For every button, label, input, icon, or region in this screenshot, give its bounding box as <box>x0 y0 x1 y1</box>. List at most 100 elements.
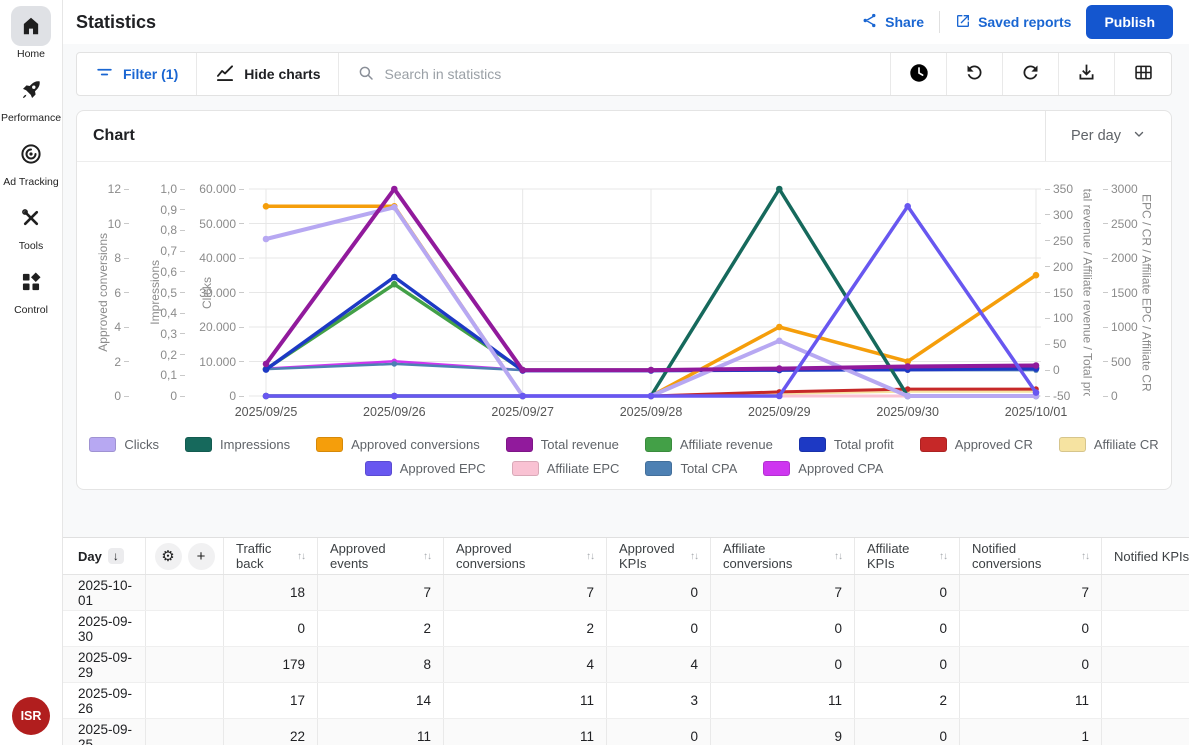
gear-icon[interactable]: ⚙ <box>155 543 182 570</box>
sidebar-item-home[interactable]: Home <box>11 6 51 60</box>
sidebar-item-label: Home <box>17 48 45 60</box>
value-cell: 18 <box>224 575 318 610</box>
value-cell: 0 <box>711 647 855 682</box>
axis-ticks-revenue: 350300250200150100500-50 <box>1045 189 1079 396</box>
legend-item[interactable]: Total CPA <box>645 461 737 476</box>
ad-tracking-icon <box>11 134 51 174</box>
day-cell: 2025-09-25 <box>63 719 146 745</box>
saved-reports-button[interactable]: Saved reports <box>955 13 1071 32</box>
x-axis-labels: 2025/09/252025/09/262025/09/272025/09/28… <box>249 405 1041 421</box>
value-cell <box>1102 611 1189 646</box>
column-header[interactable]: Approved events↑↓ <box>318 538 444 574</box>
table-view-icon <box>1133 62 1154 86</box>
download-button[interactable] <box>1059 53 1115 95</box>
table-row[interactable]: 2025-09-300220000 <box>63 611 1189 647</box>
value-cell: 11 <box>711 683 855 718</box>
axis-title-epc: EPC / CR / Affiliate EPC / Affiliate CR <box>1139 189 1154 396</box>
sort-icon[interactable]: ↑↓ <box>939 551 947 562</box>
table-row[interactable]: 2025-10-0118770707 <box>63 575 1189 611</box>
table-row[interactable]: 2025-09-252211110901 <box>63 719 1189 745</box>
value-cell: 0 <box>855 647 960 682</box>
value-cell: 0 <box>711 611 855 646</box>
column-header[interactable]: Approved conversions↑↓ <box>444 538 607 574</box>
legend-item[interactable]: Approved CPA <box>763 461 883 476</box>
legend-swatch <box>89 437 116 452</box>
sort-desc-icon[interactable]: ↓ <box>108 548 124 564</box>
sort-icon[interactable]: ↑↓ <box>690 551 698 562</box>
sidebar-item-control[interactable]: Control <box>11 262 51 316</box>
plot-area[interactable] <box>249 189 1041 396</box>
header-actions: Share Saved reports Publish <box>861 5 1173 39</box>
value-cell: 8 <box>318 647 444 682</box>
statistics-table: Day↓⚙+Traffic back↑↓Approved events↑↓App… <box>63 537 1189 745</box>
hide-charts-button[interactable]: Hide charts <box>197 53 339 95</box>
sidebar: Home Performance Ad Tracking Tools Contr… <box>0 0 63 745</box>
sidebar-item-tools[interactable]: Tools <box>11 198 51 252</box>
axis-ticks-clicks: 60.00050.00040.00030.00020.00010.0000 <box>201 189 244 396</box>
column-header[interactable]: Affiliate conversions↑↓ <box>711 538 855 574</box>
add-column-icon[interactable]: + <box>188 543 215 570</box>
sidebar-item-performance[interactable]: Performance <box>1 70 61 124</box>
column-header[interactable]: Approved KPIs↑↓ <box>607 538 711 574</box>
history-button[interactable] <box>891 53 947 95</box>
search-icon <box>357 64 375 85</box>
legend-swatch <box>799 437 826 452</box>
day-cell: 2025-09-29 <box>63 647 146 682</box>
legend-item[interactable]: Approved conversions <box>316 437 480 452</box>
legend-item[interactable]: Approved EPC <box>365 461 486 476</box>
user-avatar[interactable]: ISR <box>12 697 50 735</box>
controls-cell <box>146 575 224 610</box>
day-cell: 2025-09-26 <box>63 683 146 718</box>
sidebar-item-ad-tracking[interactable]: Ad Tracking <box>3 134 58 188</box>
table-row[interactable]: 2025-09-26171411311211 <box>63 683 1189 719</box>
legend-item[interactable]: Affiliate revenue <box>645 437 773 452</box>
legend-item[interactable]: Affiliate EPC <box>512 461 620 476</box>
granularity-dropdown[interactable]: Per day <box>1045 111 1171 161</box>
search-input[interactable] <box>384 66 872 82</box>
column-header[interactable]: Affiliate KPIs↑↓ <box>855 538 960 574</box>
legend-swatch <box>506 437 533 452</box>
legend-item[interactable]: Impressions <box>185 437 290 452</box>
rotate-left-button[interactable] <box>947 53 1003 95</box>
axis-ticks-epc: 300025002000150010005000 <box>1103 189 1139 396</box>
refresh-icon <box>1020 62 1041 86</box>
sort-icon[interactable]: ↑↓ <box>423 551 431 562</box>
legend-item[interactable]: Total revenue <box>506 437 619 452</box>
share-button[interactable]: Share <box>861 12 924 32</box>
sidebar-item-label: Control <box>14 304 48 316</box>
legend-item[interactable]: Approved CR <box>920 437 1033 452</box>
legend-swatch <box>185 437 212 452</box>
value-cell: 179 <box>224 647 318 682</box>
refresh-button[interactable] <box>1003 53 1059 95</box>
value-cell: 0 <box>607 575 711 610</box>
sort-icon[interactable]: ↑↓ <box>586 551 594 562</box>
table-view-button[interactable] <box>1115 53 1171 95</box>
controls-cell <box>146 647 224 682</box>
history-icon <box>908 62 930 87</box>
value-cell: 11 <box>318 719 444 745</box>
divider <box>939 11 940 33</box>
column-header[interactable]: Notified conversions↑↓ <box>960 538 1102 574</box>
filter-button[interactable]: Filter (1) <box>77 53 197 95</box>
controls-cell <box>146 683 224 718</box>
sidebar-item-label: Ad Tracking <box>3 176 58 188</box>
sort-icon[interactable]: ↑↓ <box>834 551 842 562</box>
column-header[interactable]: Day↓ <box>63 538 146 574</box>
sort-icon[interactable]: ↑↓ <box>1081 551 1089 562</box>
filter-icon <box>95 63 114 85</box>
table-row[interactable]: 2025-09-29179844000 <box>63 647 1189 683</box>
legend-swatch <box>316 437 343 452</box>
column-header[interactable]: Notified KPIs↑↓ <box>1102 538 1189 574</box>
value-cell: 4 <box>444 647 607 682</box>
publish-button[interactable]: Publish <box>1086 5 1173 39</box>
legend-item[interactable]: Clicks <box>89 437 159 452</box>
legend-item[interactable]: Affiliate CR <box>1059 437 1159 452</box>
value-cell: 3 <box>607 683 711 718</box>
value-cell: 0 <box>607 611 711 646</box>
sort-icon[interactable]: ↑↓ <box>297 551 305 562</box>
legend-item[interactable]: Total profit <box>799 437 894 452</box>
legend-swatch <box>365 461 392 476</box>
chart-card: Chart Per day Approved conversions121086… <box>76 110 1172 490</box>
value-cell: 0 <box>960 611 1102 646</box>
column-header[interactable]: Traffic back↑↓ <box>224 538 318 574</box>
